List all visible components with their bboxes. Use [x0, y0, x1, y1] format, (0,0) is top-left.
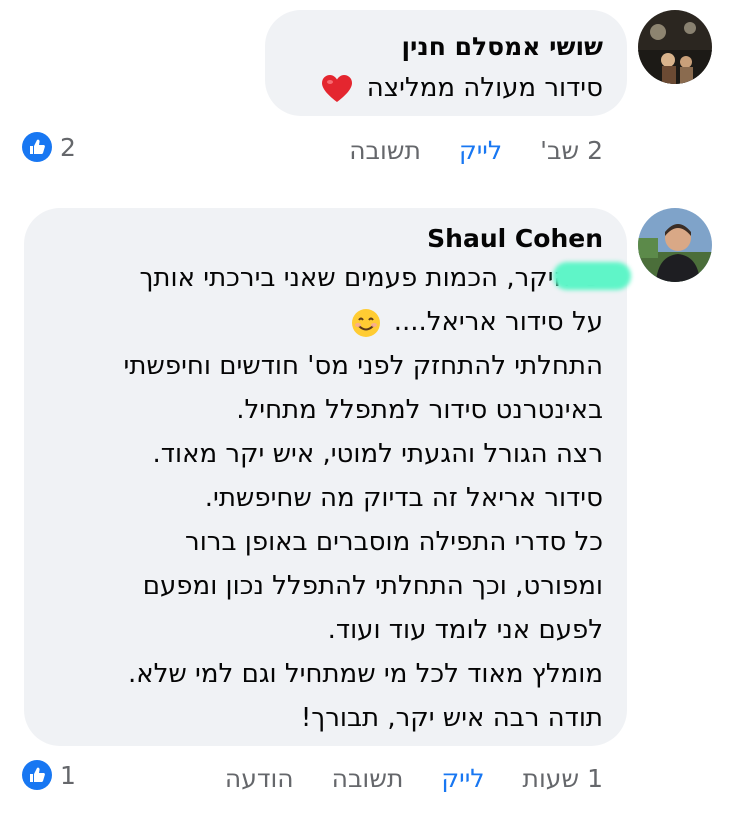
- heart-icon: [322, 74, 353, 102]
- comment-text-1: סידור מעולה ממליצה: [289, 64, 603, 112]
- like-button-1[interactable]: לייק: [459, 136, 502, 165]
- avatar-shoshi[interactable]: [638, 10, 712, 84]
- comment-line-1: שי היקר, הכמות פעמים שאני בירכתי אותך: [139, 263, 603, 293]
- reactions-count-2: 1: [60, 760, 76, 790]
- comment-line-7: כל סדרי התפילה מוסברים באופן ברור: [185, 527, 603, 557]
- comment-actions-2: 1 שעות לייק תשובה הודעה: [187, 764, 603, 793]
- comment-line-8: ומפורט, וכך התחלתי להתפלל נכון ומפעם: [142, 571, 603, 601]
- avatar-shaul[interactable]: [638, 208, 712, 282]
- comment-bubble-2: Shaul Cohen שי היקר, הכמות פעמים שאני בי…: [24, 208, 627, 746]
- reply-button-2[interactable]: תשובה: [332, 764, 404, 793]
- thumbs-up-icon: [22, 760, 52, 790]
- comment-line-6: סידור אריאל זה בדיוק מה שחיפשתי.: [204, 483, 603, 513]
- comment-text-1-body: סידור מעולה ממליצה: [366, 73, 603, 103]
- reply-button-1[interactable]: תשובה: [349, 136, 421, 165]
- thumbs-up-icon: [22, 132, 52, 162]
- smiling-face-icon: [352, 308, 381, 337]
- comment-author-1[interactable]: שושי אמסלם חנין: [289, 30, 603, 64]
- reactions-count-1: 2: [60, 132, 76, 162]
- comment-line-5: רצה הגורל והגעתי למוטי, איש יקר מאוד.: [152, 439, 603, 469]
- comment-line-11: תודה רבה איש יקר, תבורך!: [300, 703, 603, 733]
- comment-line-9: לפעם אני לומד עוד ועוד.: [327, 615, 603, 645]
- comment-author-2[interactable]: Shaul Cohen: [48, 222, 603, 256]
- reactions-1[interactable]: 2: [22, 132, 76, 162]
- comment-actions-1: 2 שב' לייק תשובה: [311, 136, 603, 165]
- comment-bubble-1: שושי אמסלם חנין סידור מעולה ממליצה: [265, 10, 627, 116]
- comment-time-1[interactable]: 2 שב': [540, 136, 603, 165]
- like-button-2[interactable]: לייק: [441, 764, 484, 793]
- comment-line-10: מומלץ מאוד לכל מי שמתחיל וגם למי שלא.: [127, 659, 603, 689]
- avatar-photo-icon: [638, 208, 712, 282]
- avatar-photo-icon: [638, 10, 712, 84]
- message-button-2[interactable]: הודעה: [225, 764, 294, 793]
- comment-line-4: באינטרנט סידור למתפלל מתחיל.: [236, 395, 603, 425]
- reactions-2[interactable]: 1: [22, 760, 76, 790]
- comment-time-2[interactable]: 1 שעות: [523, 764, 603, 793]
- redaction-mark: [553, 262, 631, 290]
- comment-line-3: התחלתי להתחזק לפני מס' חודשים וחיפשתי: [123, 351, 603, 381]
- comment-line-2: על סידור אריאל....: [48, 300, 603, 344]
- comment-line-2-text: על סידור אריאל....: [393, 307, 603, 337]
